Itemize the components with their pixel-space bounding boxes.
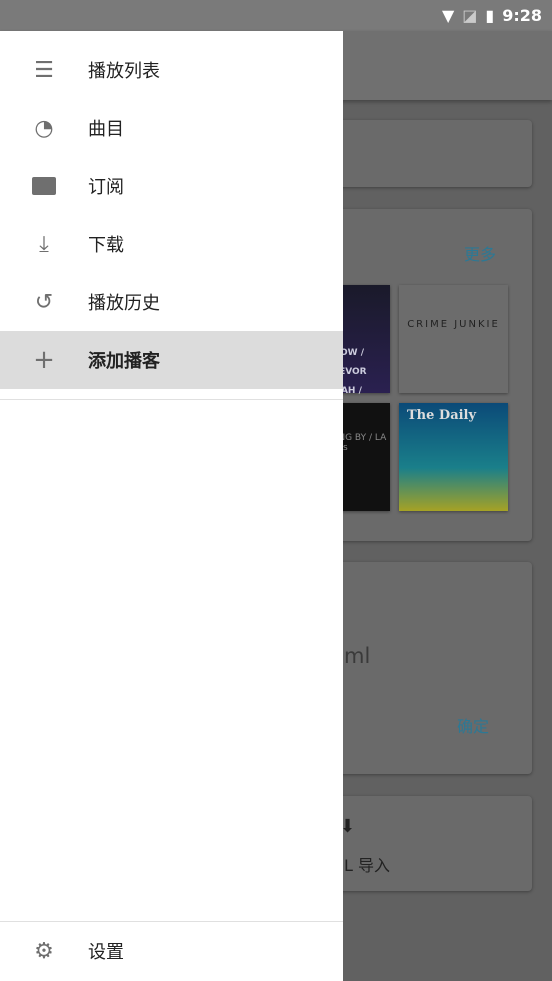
drawer-item-settings[interactable]: ⚙ 设置 [0,922,343,980]
drawer-item-history[interactable]: ↺ 播放历史 [0,273,343,331]
drawer-item-subscriptions[interactable]: 订阅 [0,157,343,215]
drawer-item-episodes[interactable]: ◔ 曲目 [0,99,343,157]
confirm-button[interactable]: 确定 [457,713,489,737]
podcast-cover[interactable]: The Daily [399,403,508,511]
url-field-text[interactable]: ml [344,644,370,668]
more-link[interactable]: 更多 [464,241,496,265]
podcast-cover[interactable]: CRIME JUNKIE [399,285,508,393]
navigation-drawer: ☰ 播放列表 ◔ 曲目 订阅 ⤓ 下载 ↺ 播放历史 + 添加播客 ⚙ 设置 [0,31,343,981]
divider [0,399,343,400]
drawer-item-add-podcast[interactable]: + 添加播客 [0,331,343,389]
download-icon: ⤓ [39,231,49,257]
status-time: 9:28 [502,6,542,25]
plus-icon: + [33,345,55,375]
gear-icon: ⚙ [34,938,54,964]
drawer-item-playlist[interactable]: ☰ 播放列表 [0,41,343,99]
folder-icon [0,177,88,195]
rss-feed-icon: ◔ [34,115,54,141]
drawer-item-downloads[interactable]: ⤓ 下载 [0,215,343,273]
list-icon: ☰ [34,57,54,83]
wifi-icon: ▼ [441,6,455,25]
import-label: L 导入 [344,856,391,875]
battery-charging-icon: ▮ [485,6,495,25]
history-icon: ↺ [34,289,54,315]
status-bar: ▼ ◪ ▮ 9:28 [0,0,552,31]
no-sim-icon: ◪ [462,6,478,25]
